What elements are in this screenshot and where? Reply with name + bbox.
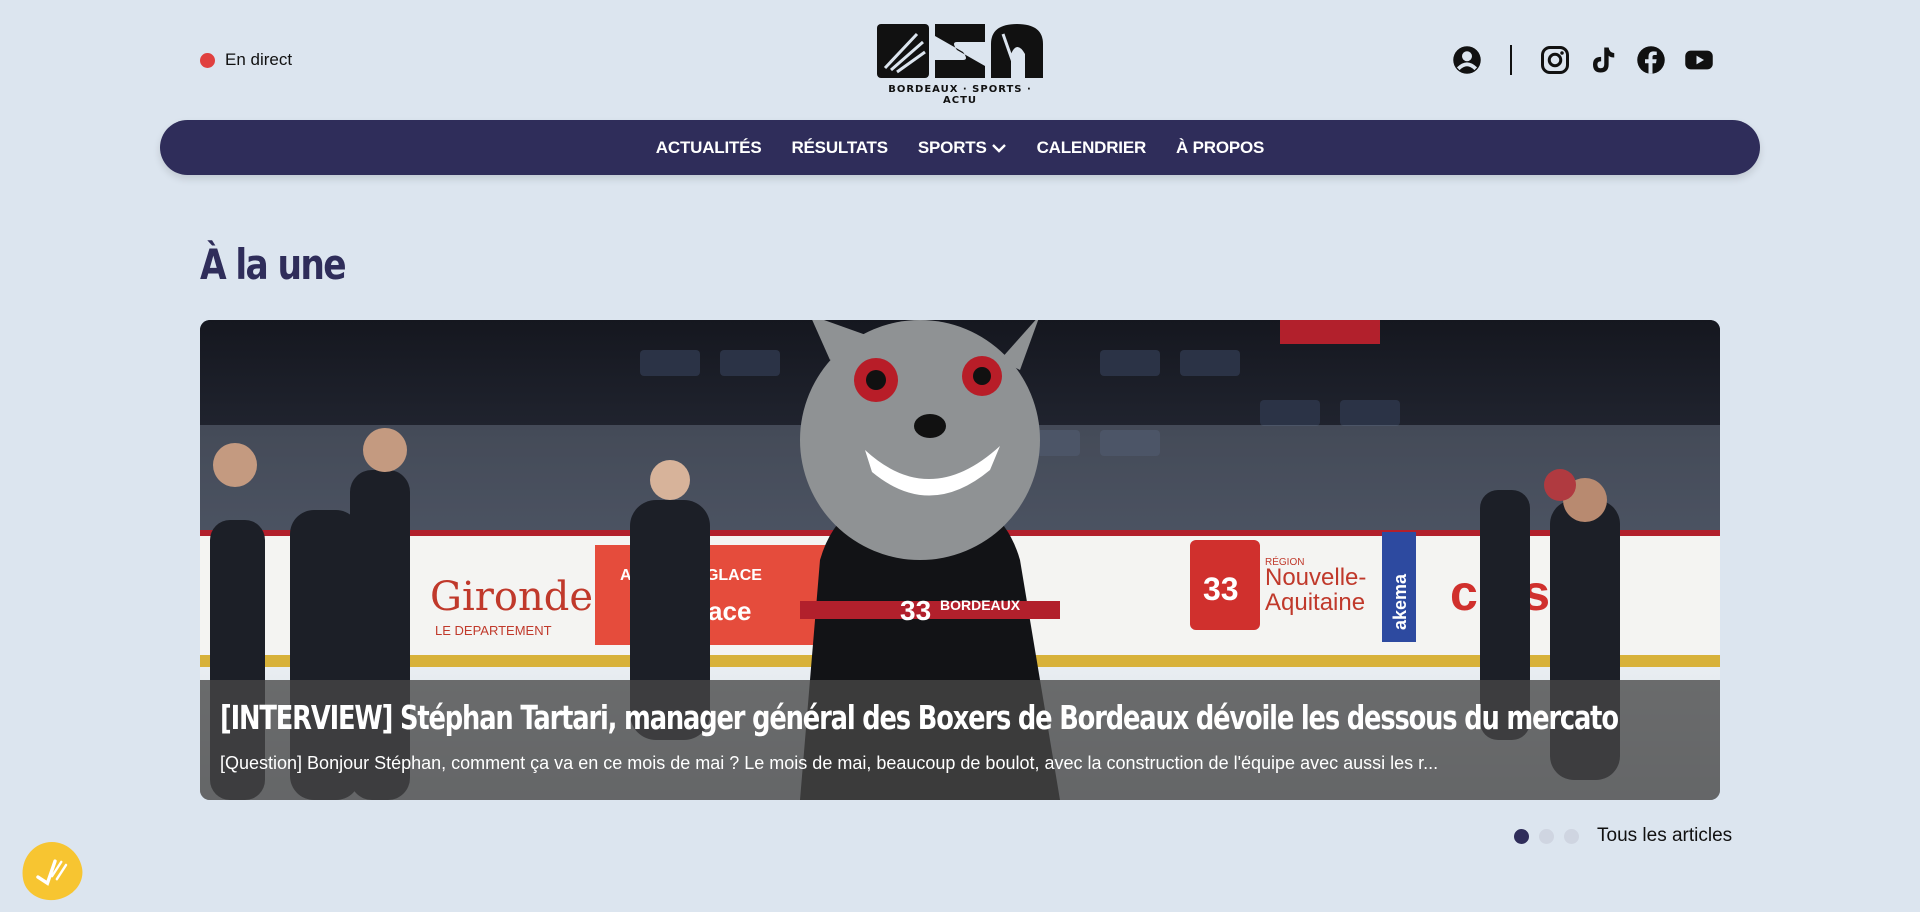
instagram-link[interactable] — [1538, 43, 1572, 77]
carousel-pager: Tous les articles — [1514, 822, 1732, 850]
logo-icon — [877, 24, 1043, 78]
logo-text: BORDEAUX · SPORTS · ACTU — [888, 84, 1032, 106]
instagram-icon — [1541, 46, 1569, 74]
featured-article-caption: [INTERVIEW] Stéphan Tartari, manager gén… — [200, 680, 1720, 800]
nav-item-resultats[interactable]: RÉSULTATS — [791, 137, 888, 158]
svg-text:LE DEPARTEMENT: LE DEPARTEMENT — [435, 623, 552, 638]
svg-text:Nouvelle-: Nouvelle- — [1265, 564, 1366, 591]
svg-text:Aquitaine: Aquitaine — [1265, 589, 1365, 616]
divider — [1510, 45, 1512, 75]
main-nav: ACTUALITÉS RÉSULTATS SPORTS CALENDRIER À… — [160, 120, 1760, 175]
nav-item-label: ACTUALITÉS — [655, 137, 762, 157]
facebook-link[interactable] — [1634, 43, 1668, 77]
nav-item-a-propos[interactable]: À PROPOS — [1176, 138, 1264, 158]
svg-text:33: 33 — [900, 595, 931, 626]
nav-item-sports[interactable]: SPORTS — [918, 138, 1007, 158]
svg-text:Gironde: Gironde — [430, 574, 593, 620]
checkmark-icon — [36, 859, 68, 886]
social-links — [1450, 42, 1716, 78]
user-icon — [1453, 46, 1481, 74]
all-articles-link[interactable]: Tous les articles — [1597, 825, 1732, 847]
section-title: À la une — [200, 240, 347, 289]
youtube-icon — [1685, 50, 1713, 70]
featured-article-title[interactable]: [INTERVIEW] Stéphan Tartari, manager gén… — [220, 698, 1619, 737]
tiktok-icon — [1593, 47, 1615, 73]
nav-item-actualites[interactable]: ACTUALITÉS — [656, 138, 762, 158]
nav-item-calendrier[interactable]: CALENDRIER — [1036, 137, 1147, 158]
facebook-icon — [1637, 46, 1665, 74]
nav-item-label: CALENDRIER — [1036, 137, 1147, 157]
cookie-consent-button[interactable] — [16, 836, 88, 906]
live-dot-icon — [200, 52, 215, 68]
account-button[interactable] — [1450, 43, 1484, 77]
site-header: En direct BORDEAUX · SPORTS · ACTU — [0, 0, 1920, 110]
nav-item-label: À PROPOS — [1176, 137, 1265, 157]
carousel-dot-1[interactable] — [1514, 828, 1529, 844]
tiktok-link[interactable] — [1586, 43, 1620, 77]
chevron-down-icon — [991, 143, 1006, 153]
carousel-dot-2[interactable] — [1539, 828, 1554, 844]
svg-text:BORDEAUX: BORDEAUX — [940, 597, 1021, 613]
site-logo[interactable]: BORDEAUX · SPORTS · ACTU — [877, 24, 1043, 106]
live-indicator[interactable]: En direct — [200, 50, 292, 70]
carousel-dot-3[interactable] — [1564, 828, 1579, 844]
nav-item-label: RÉSULTATS — [791, 137, 888, 157]
youtube-link[interactable] — [1682, 43, 1716, 77]
svg-text:33: 33 — [1203, 571, 1239, 607]
live-label: En direct — [225, 50, 293, 69]
featured-article-card[interactable]: Gironde LE DEPARTEMENT ASEY SUR GLACE en… — [200, 320, 1720, 800]
nav-item-label: SPORTS — [917, 137, 987, 157]
featured-article-excerpt: [Question] Bonjour Stéphan, comment ça v… — [220, 753, 1439, 773]
svg-text:akema: akema — [1390, 573, 1410, 630]
